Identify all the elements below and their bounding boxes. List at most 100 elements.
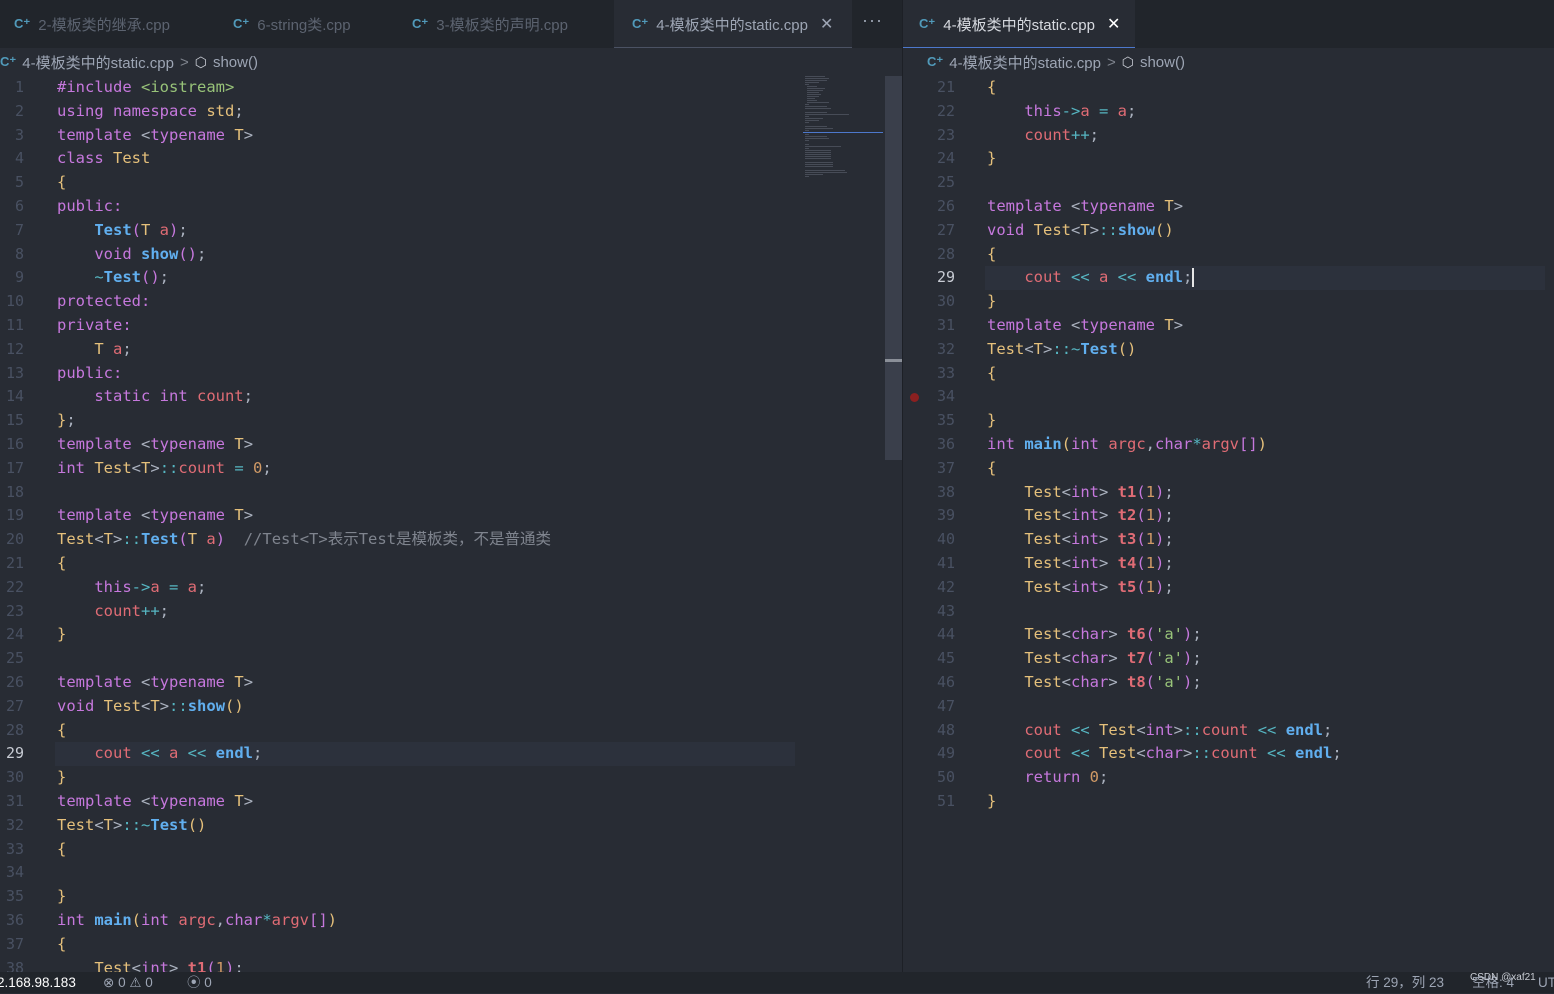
line-number[interactable]: 51 [925, 790, 955, 814]
line-number[interactable]: 32 [925, 338, 955, 362]
line-number[interactable]: 9 [0, 266, 24, 290]
close-icon[interactable]: ✕ [1107, 14, 1120, 34]
line-number[interactable]: 46 [925, 671, 955, 695]
code-line[interactable]: template <typename T> [987, 195, 1183, 219]
left-scrollbar[interactable] [885, 76, 902, 460]
problems-indicator[interactable]: ⊗ 0 ⚠ 0 [103, 972, 153, 993]
line-number[interactable]: 34 [925, 385, 955, 409]
close-icon[interactable]: ✕ [820, 14, 833, 34]
code-line[interactable]: cout << a << endl; [57, 742, 262, 766]
line-number[interactable]: 17 [0, 457, 24, 481]
line-number[interactable]: 37 [0, 933, 24, 957]
code-line[interactable]: ~Test(); [57, 266, 169, 290]
code-line[interactable]: Test(T a); [57, 219, 187, 243]
code-line[interactable]: } [987, 409, 996, 433]
line-number[interactable]: 30 [0, 766, 24, 790]
code-line[interactable]: public: [57, 362, 122, 386]
line-number[interactable]: 4 [0, 147, 24, 171]
code-line[interactable]: Test<int> t1(1); [57, 957, 243, 972]
code-line[interactable]: Test<char> t7('a'); [987, 647, 1201, 671]
breadcrumb-file[interactable]: 4-模板类中的static.cpp [949, 52, 1101, 73]
line-number[interactable]: 8 [0, 243, 24, 267]
line-number[interactable]: 27 [925, 219, 955, 243]
code-line[interactable]: static int count; [57, 385, 253, 409]
code-line[interactable]: } [57, 885, 66, 909]
line-number[interactable]: 23 [925, 124, 955, 148]
line-number[interactable]: 15 [0, 409, 24, 433]
line-number[interactable]: 19 [0, 504, 24, 528]
code-line[interactable]: { [987, 362, 996, 386]
line-number[interactable]: 31 [0, 790, 24, 814]
line-number[interactable]: 38 [0, 957, 24, 972]
line-number[interactable]: 2 [0, 100, 24, 124]
code-line[interactable]: template <typename T> [57, 124, 253, 148]
code-line[interactable]: count++; [57, 600, 169, 624]
line-number[interactable]: 36 [0, 909, 24, 933]
line-number[interactable]: 20 [0, 528, 24, 552]
line-number[interactable]: 29 [925, 266, 955, 290]
cursor-position[interactable]: 行 29，列 23 [1366, 972, 1444, 993]
code-line[interactable]: using namespace std; [57, 100, 244, 124]
line-number[interactable]: 18 [0, 481, 24, 505]
line-number[interactable]: 24 [925, 147, 955, 171]
code-line[interactable]: template <typename T> [57, 433, 253, 457]
line-number[interactable]: 21 [0, 552, 24, 576]
code-line[interactable]: int main(int argc,char*argv[]) [987, 433, 1267, 457]
line-number[interactable]: 43 [925, 600, 955, 624]
line-number[interactable]: 33 [0, 838, 24, 862]
line-number[interactable]: 23 [0, 600, 24, 624]
line-number[interactable]: 22 [0, 576, 24, 600]
breadcrumb-symbol[interactable]: show() [1140, 54, 1185, 71]
code-line[interactable]: cout << a << endl; [987, 266, 1195, 290]
line-number[interactable]: 21 [925, 76, 955, 100]
line-number[interactable]: 14 [0, 385, 24, 409]
code-line[interactable]: template <typename T> [57, 671, 253, 695]
line-number[interactable]: 34 [0, 861, 24, 885]
line-number[interactable]: 38 [925, 481, 955, 505]
line-number[interactable]: 41 [925, 552, 955, 576]
code-line[interactable]: template <typename T> [987, 314, 1183, 338]
tab-2-template-inherit[interactable]: C⁺ 2-模板类的继承.cpp [14, 0, 170, 48]
code-line[interactable]: public: [57, 195, 122, 219]
line-number[interactable]: 26 [0, 671, 24, 695]
code-line[interactable]: { [987, 457, 996, 481]
breakpoint-marker[interactable] [910, 393, 919, 402]
code-line[interactable]: int main(int argc,char*argv[]) [57, 909, 337, 933]
line-number[interactable]: 26 [925, 195, 955, 219]
code-line[interactable]: Test<int> t1(1); [987, 481, 1173, 505]
line-number[interactable]: 24 [0, 623, 24, 647]
code-line[interactable]: { [987, 76, 996, 100]
line-number[interactable]: 30 [925, 290, 955, 314]
code-line[interactable]: template <typename T> [57, 504, 253, 528]
line-number[interactable]: 44 [925, 623, 955, 647]
line-number[interactable]: 13 [0, 362, 24, 386]
code-line[interactable]: Test<int> t2(1); [987, 504, 1173, 528]
code-line[interactable]: Test<char> t6('a'); [987, 623, 1201, 647]
code-line[interactable]: void Test<T>::show() [57, 695, 244, 719]
line-number[interactable]: 29 [0, 742, 24, 766]
encoding-setting[interactable]: UT [1538, 972, 1554, 993]
line-number[interactable]: 22 [925, 100, 955, 124]
code-line[interactable]: this->a = a; [57, 576, 206, 600]
code-line[interactable]: }; [57, 409, 76, 433]
code-line[interactable]: } [57, 623, 66, 647]
line-number[interactable]: 33 [925, 362, 955, 386]
code-line[interactable]: void Test<T>::show() [987, 219, 1174, 243]
line-number[interactable]: 28 [0, 719, 24, 743]
code-line[interactable]: protected: [57, 290, 150, 314]
line-number[interactable]: 37 [925, 457, 955, 481]
line-number[interactable]: 16 [0, 433, 24, 457]
line-number[interactable]: 5 [0, 171, 24, 195]
code-line[interactable]: #include <iostream> [57, 76, 234, 100]
code-line[interactable]: count++; [987, 124, 1099, 148]
line-number[interactable]: 45 [925, 647, 955, 671]
code-line[interactable]: { [57, 171, 66, 195]
line-number[interactable]: 12 [0, 338, 24, 362]
code-line[interactable]: int Test<T>::count = 0; [57, 457, 272, 481]
line-number[interactable]: 25 [0, 647, 24, 671]
code-line[interactable]: cout << Test<int>::count << endl; [987, 719, 1332, 743]
minimap[interactable] [803, 76, 885, 196]
code-line[interactable]: Test<int> t3(1); [987, 528, 1173, 552]
line-number[interactable]: 49 [925, 742, 955, 766]
line-number[interactable]: 3 [0, 124, 24, 148]
